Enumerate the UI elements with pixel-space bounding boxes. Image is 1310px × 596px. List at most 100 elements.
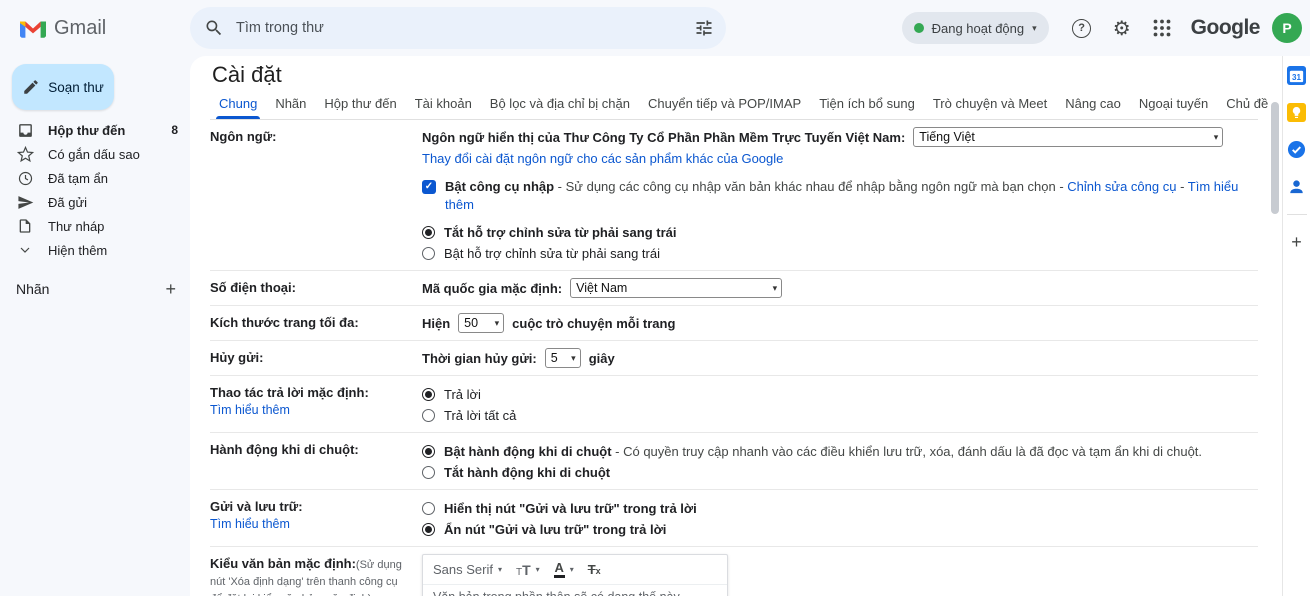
undo-send-select[interactable]: 5▾ — [545, 348, 581, 368]
row-label-text: Kiểu văn bản mặc định: — [210, 556, 356, 571]
content-scrollbar[interactable] — [1271, 102, 1279, 214]
sidebar-nav: Hộp thư đến 8 Có gắn dấu sao Đã tạm ẩn Đ… — [0, 118, 190, 262]
country-code-select[interactable]: Việt Nam▾ — [570, 278, 782, 298]
undo-send-suffix: giây — [589, 349, 615, 368]
rtl-off-radio[interactable] — [422, 226, 435, 239]
row-label: Kích thước trang tối đa: — [210, 313, 422, 333]
edit-input-tools-link[interactable]: Chỉnh sửa công cụ — [1067, 179, 1176, 194]
settings-row-hover-actions: Hành động khi di chuột: Bật hành động kh… — [210, 433, 1258, 490]
apps-grid-button[interactable] — [1143, 9, 1181, 47]
main-area: Soạn thư Hộp thư đến 8 Có gắn dấu sao Đã… — [0, 56, 1310, 596]
tab-addons[interactable]: Tiện ích bổ sung — [810, 90, 924, 119]
language-select[interactable]: Tiếng Việt▾ — [913, 127, 1223, 147]
settings-row-language: Ngôn ngữ: Ngôn ngữ hiển thị của Thư Công… — [210, 120, 1258, 271]
search-input[interactable] — [234, 19, 684, 37]
inbox-count-badge: 8 — [171, 123, 178, 137]
row-label: Hành động khi di chuột: — [210, 440, 422, 482]
sidebar-item-snoozed[interactable]: Đã tạm ẩn — [0, 166, 190, 190]
labels-header-title: Nhãn — [16, 281, 49, 297]
row-label: Ngôn ngữ: — [210, 127, 422, 263]
hide-send-archive-label: Ẩn nút "Gửi và lưu trữ" trong trả lời — [444, 521, 666, 539]
hover-off-radio[interactable] — [422, 466, 435, 479]
reply-all-radio[interactable] — [422, 409, 435, 422]
sidebar-item-more[interactable]: Hiện thêm — [0, 238, 190, 262]
tab-general[interactable]: Chung — [210, 90, 266, 119]
tab-chat-meet[interactable]: Trò chuyện và Meet — [924, 90, 1056, 119]
row-label-text: Thao tác trả lời mặc định: — [210, 385, 369, 400]
row-label: Kiểu văn bản mặc định:(Sử dụng nút 'Xóa … — [210, 554, 422, 596]
tab-filters-blocked[interactable]: Bộ lọc và địa chỉ bị chặn — [481, 90, 639, 119]
sidebar-item-starred[interactable]: Có gắn dấu sao — [0, 142, 190, 166]
tab-accounts[interactable]: Tài khoản — [406, 90, 481, 119]
sidebar-item-drafts[interactable]: Thư nháp — [0, 214, 190, 238]
send-archive-learn-more-link[interactable]: Tìm hiểu thêm — [210, 517, 406, 531]
caret-down-icon: ▾ — [536, 565, 540, 574]
settings-row-page-size: Kích thước trang tối đa: Hiện50▾cuộc trò… — [210, 306, 1258, 341]
gmail-m-icon — [20, 18, 46, 38]
input-tools-checkbox[interactable]: ✓ — [422, 180, 436, 194]
check-icon: ✓ — [425, 182, 433, 192]
sidebar-item-label: Thư nháp — [48, 219, 104, 234]
pencil-icon — [22, 78, 40, 96]
create-label-button[interactable]: + — [165, 280, 176, 298]
language-display-text: Ngôn ngữ hiển thị của Thư Công Ty Cổ Phầ… — [422, 128, 905, 147]
gmail-logo[interactable]: Gmail — [20, 17, 106, 40]
reply-learn-more-link[interactable]: Tìm hiểu thêm — [210, 403, 406, 417]
compose-button[interactable]: Soạn thư — [12, 64, 114, 110]
remove-formatting-icon: Tx — [588, 562, 601, 577]
tab-advanced[interactable]: Nâng cao — [1056, 90, 1130, 119]
search-options-icon[interactable] — [694, 18, 714, 38]
sidebar-item-sent[interactable]: Đã gửi — [0, 190, 190, 214]
contacts-icon[interactable] — [1287, 177, 1306, 196]
text-color-dropdown[interactable]: A▾ — [554, 561, 574, 578]
page-size-suffix: cuộc trò chuyện mỗi trang — [512, 314, 675, 333]
hover-on-radio[interactable] — [422, 445, 435, 458]
font-size-dropdown[interactable]: TT▾ — [516, 562, 540, 578]
show-send-archive-radio[interactable] — [422, 502, 435, 515]
page-size-select[interactable]: 50▾ — [458, 313, 504, 333]
inbox-icon — [16, 122, 34, 139]
get-addons-plus-icon[interactable]: + — [1291, 233, 1302, 251]
tab-forwarding-pop-imap[interactable]: Chuyển tiếp và POP/IMAP — [639, 90, 810, 119]
google-logo: Google — [1191, 16, 1260, 40]
settings-row-phone: Số điện thoại: Mã quốc gia mặc định:Việt… — [210, 271, 1258, 306]
row-label-text: Gửi và lưu trữ: — [210, 499, 303, 514]
settings-row-reply-behavior: Thao tác trả lời mặc định:Tìm hiểu thêm … — [210, 376, 1258, 433]
reply-radio[interactable] — [422, 388, 435, 401]
strip-divider — [1287, 214, 1307, 215]
avatar-letter: P — [1282, 20, 1291, 36]
tab-labels[interactable]: Nhãn — [266, 90, 315, 119]
tasks-icon[interactable] — [1287, 140, 1306, 159]
rtl-on-radio[interactable] — [422, 247, 435, 260]
svg-text:31: 31 — [1292, 73, 1301, 82]
input-tools-label: Bật công cụ nhập — [445, 179, 554, 194]
tab-themes[interactable]: Chủ đề — [1217, 90, 1277, 119]
status-chip[interactable]: Đang hoạt động ▾ — [902, 12, 1049, 44]
logo-area: Gmail — [0, 17, 190, 40]
gmail-wordmark: Gmail — [54, 17, 106, 40]
topbar: Gmail Đang hoạt động ▾ ? ⚙ — [0, 0, 1310, 56]
hover-on-desc: - Có quyền truy cập nhanh vào các điều k… — [612, 444, 1202, 459]
search-icon[interactable] — [204, 18, 224, 38]
sidebar-item-inbox[interactable]: Hộp thư đến 8 — [0, 118, 190, 142]
settings-tabs: Chung Nhãn Hộp thư đến Tài khoản Bộ lọc … — [210, 90, 1258, 120]
row-label: Gửi và lưu trữ: Tìm hiểu thêm — [210, 497, 422, 539]
search-bar[interactable] — [190, 7, 726, 49]
input-tools-desc: - Sử dụng các công cụ nhập văn bản khác … — [554, 179, 1067, 194]
change-language-settings-link[interactable]: Thay đổi cài đặt ngôn ngữ cho các sản ph… — [422, 151, 783, 166]
settings-button[interactable]: ⚙ — [1103, 9, 1141, 47]
font-family-dropdown[interactable]: Sans Serif▾ — [433, 562, 502, 577]
apps-grid-icon — [1153, 19, 1171, 37]
account-avatar[interactable]: P — [1272, 13, 1302, 43]
help-button[interactable]: ? — [1063, 9, 1101, 47]
hide-send-archive-radio[interactable] — [422, 523, 435, 536]
hover-off-label: Tắt hành động khi di chuột — [444, 464, 610, 482]
keep-icon[interactable] — [1287, 103, 1306, 122]
compose-label: Soạn thư — [48, 80, 104, 95]
tab-offline[interactable]: Ngoại tuyến — [1130, 90, 1217, 119]
remove-formatting-button[interactable]: Tx — [588, 562, 601, 577]
row-label: Hủy gửi: — [210, 348, 422, 368]
calendar-icon[interactable]: 31 — [1287, 66, 1306, 85]
tab-inbox[interactable]: Hộp thư đến — [315, 90, 405, 119]
text-color-icon: A — [554, 561, 565, 578]
